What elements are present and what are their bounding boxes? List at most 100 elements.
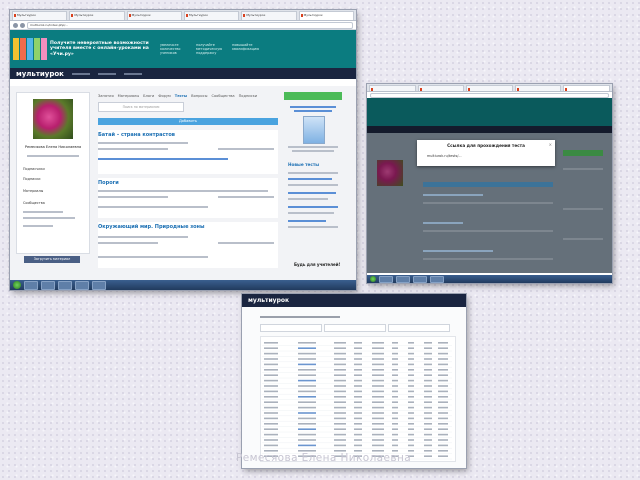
- nav-link[interactable]: Блоги: [143, 94, 154, 98]
- table-row: [262, 369, 452, 373]
- table-row: [262, 428, 452, 433]
- browser-tab[interactable]: [514, 85, 562, 91]
- start-button-icon[interactable]: [370, 276, 376, 282]
- browser-tab-active[interactable]: Мультиурок: [298, 11, 354, 20]
- browser-tab[interactable]: Мультиурок: [126, 11, 182, 20]
- profile-name: Ремесяова Елена Николаевна: [24, 145, 82, 149]
- browser-tab-strip: [367, 84, 612, 92]
- browser-tab[interactable]: Мультиурок: [69, 11, 125, 20]
- profile-photo: [33, 99, 73, 139]
- taskbar-app-icon[interactable]: [24, 280, 38, 290]
- table-row: [262, 396, 452, 400]
- banner-features: увеличьте количество учеников получайте …: [160, 43, 262, 55]
- browser-tab[interactable]: Мультиурок: [12, 11, 68, 20]
- table-row: [262, 401, 452, 406]
- table-row: [262, 352, 452, 357]
- material-card[interactable]: Пороги: [98, 178, 278, 218]
- widget-title: Новые тесты: [288, 162, 320, 167]
- dialog-link[interactable]: multiurok.ru/tests/...: [427, 154, 462, 158]
- table-row: [262, 374, 452, 379]
- blue-bar: [423, 182, 553, 187]
- card-title[interactable]: Окружающий мир. Природные зоны: [98, 224, 205, 230]
- taskbar-app-icon[interactable]: [92, 280, 106, 290]
- nav-link[interactable]: Материалы: [118, 94, 140, 98]
- screenshot-link-dialog: Ссылка для прохождения теста × multiurok…: [367, 84, 612, 283]
- nav-link[interactable]: Вопросы: [191, 94, 207, 98]
- site-header: мультиурок: [10, 68, 356, 79]
- banner-feature: повышайте квалификацию: [232, 43, 260, 51]
- table-row: [262, 417, 452, 422]
- table-row: [262, 439, 452, 444]
- start-button-icon[interactable]: [13, 281, 21, 289]
- sidebar-label[interactable]: Подписки: [23, 177, 41, 181]
- browser-tab[interactable]: [466, 85, 513, 91]
- taskbar-app-icon[interactable]: [379, 275, 393, 283]
- content-area: Ремесяова Елена Николаевна Подписчики По…: [10, 86, 356, 280]
- sidebar-label[interactable]: Материалы: [23, 189, 43, 193]
- table-row: [262, 358, 452, 363]
- browser-tab[interactable]: [417, 85, 465, 91]
- browser-tab-strip: Мультиурок Мультиурок Мультиурок Мультиу…: [10, 10, 356, 21]
- add-button[interactable]: Добавить: [98, 118, 278, 125]
- table-row: [262, 412, 452, 417]
- browser-tab[interactable]: Мультиурок: [183, 11, 240, 20]
- upload-button[interactable]: Загрузить материал: [24, 256, 80, 263]
- banner-feature: получайте методическую поддержку: [196, 43, 223, 55]
- table-row: [262, 342, 452, 346]
- table-row: [262, 385, 452, 390]
- card-title[interactable]: Пороги: [98, 180, 119, 186]
- nav-link-active[interactable]: Тесты: [175, 94, 187, 98]
- forward-icon[interactable]: [20, 22, 25, 28]
- taskbar-app-icon[interactable]: [58, 280, 72, 290]
- profile-photo: [377, 160, 403, 186]
- nav-link[interactable]: Форум: [158, 94, 170, 98]
- widget-footer: Будь для учителей!: [294, 262, 341, 267]
- nav-link[interactable]: Сообщества: [211, 94, 234, 98]
- nav-link[interactable]: Подписки: [239, 94, 258, 98]
- close-icon[interactable]: ×: [549, 142, 552, 147]
- table-row: [262, 423, 452, 427]
- table-row: [262, 363, 452, 368]
- dialog-title: Ссылка для прохождения теста: [447, 143, 525, 148]
- taskbar-app-icon[interactable]: [41, 280, 55, 290]
- promo-banner[interactable]: Получите невероятные возможности учителя…: [10, 30, 356, 68]
- table-row: [262, 347, 452, 352]
- table-row: [262, 406, 452, 411]
- table-row: [262, 390, 452, 395]
- browser-tab[interactable]: Мультиурок: [241, 11, 297, 20]
- browser-tab[interactable]: [369, 85, 416, 91]
- site-logo[interactable]: мультиурок: [16, 70, 64, 78]
- windows-taskbar: [367, 275, 612, 283]
- windows-taskbar: [10, 280, 356, 290]
- link-dialog: Ссылка для прохождения теста × multiurok…: [417, 140, 555, 166]
- search-input[interactable]: Поиск по материалам: [98, 102, 184, 112]
- url-field[interactable]: multiurok.ru/index.php/...: [27, 21, 353, 29]
- book-cover: [303, 116, 325, 144]
- taskbar-app-icon[interactable]: [396, 275, 410, 283]
- dimmed-page: [367, 98, 612, 273]
- browser-tab-active[interactable]: [563, 85, 610, 91]
- sidebar-label[interactable]: Подписчики: [23, 167, 45, 171]
- sidebar-label[interactable]: Сообщества: [23, 201, 45, 205]
- taskbar-app-icon[interactable]: [75, 280, 89, 290]
- nav-links: Занятия Материалы Блоги Форум Тесты Вопр…: [98, 94, 257, 98]
- back-icon[interactable]: [13, 22, 18, 28]
- material-card[interactable]: Окружающий мир. Природные зоны: [98, 222, 278, 268]
- material-card[interactable]: Батай – страна контрастов: [98, 130, 278, 174]
- table-row: [262, 379, 452, 384]
- nav-link[interactable]: Занятия: [98, 94, 114, 98]
- promo-widget[interactable]: [286, 104, 340, 156]
- green-cta-button: [563, 150, 603, 156]
- card-title[interactable]: Батай – страна контрастов: [98, 132, 175, 138]
- green-cta-button[interactable]: [284, 92, 342, 100]
- taskbar-app-icon[interactable]: [430, 275, 444, 283]
- screenshot-results-table: мультиурок: [242, 294, 466, 468]
- table-row: [262, 433, 452, 438]
- url-field[interactable]: [370, 92, 609, 98]
- address-bar: multiurok.ru/index.php/...: [10, 21, 356, 30]
- taskbar-app-icon[interactable]: [413, 275, 427, 283]
- promo-banner: [367, 98, 612, 126]
- site-header: [367, 126, 612, 133]
- profile-card: Ремесяова Елена Николаевна Подписчики По…: [16, 92, 90, 254]
- books-illustration: [10, 38, 50, 60]
